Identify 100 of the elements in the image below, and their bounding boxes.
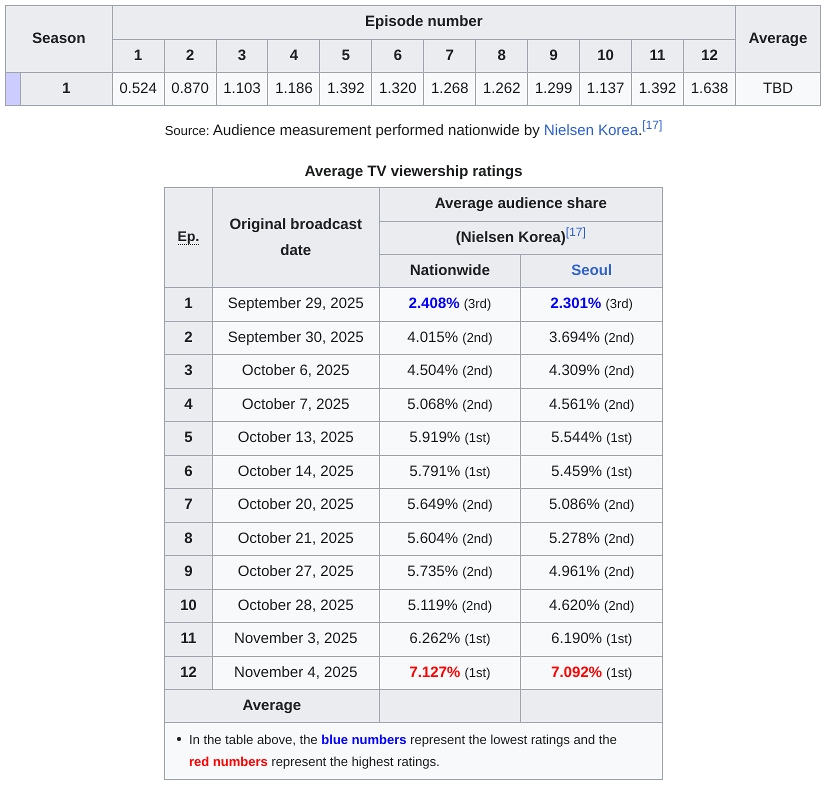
rank-label: (1st) [606,664,632,680]
source-link[interactable]: Nielsen Korea [544,122,638,139]
rank-label: (1st) [606,430,632,445]
rating-value: 2.408% [408,295,460,312]
row-header: 5 [164,422,212,455]
rating-value: 4.504% [407,362,458,379]
table-cell: November 3, 2025 [212,622,380,656]
rating-value: 5.068% [407,396,458,412]
column-header: 11 [632,40,684,72]
rank-label: (2nd) [604,396,634,412]
rank-label: (2nd) [462,564,493,579]
row-header: 11 [164,622,212,656]
table-cell: 1.137 [580,72,632,106]
column-header: Season [6,6,112,72]
rank-label: (2nd) [604,564,634,579]
table-cell: October 13, 2025 [212,422,380,455]
row-header: 8 [164,522,212,556]
rank-label: (2nd) [462,598,492,612]
table-cell: 1.262 [476,72,528,106]
column-header: 3 [216,40,268,72]
citation-link[interactable]: [17] [566,225,586,240]
rating-value: 6.190% [551,630,602,647]
rank-label: (3rd) [605,296,633,311]
rank-label: (2nd) [462,530,493,546]
rank-label: (1st) [464,631,490,646]
table-cell: 1.392 [632,72,684,106]
note-text: In the table above, the blue numbers represent the lowest ratings and the red numbers represent the highest ratings. [189,731,618,771]
column-header: Ep. [164,188,212,288]
rating-value: 4.015% [407,328,458,346]
table-cell: TBD [736,72,820,106]
column-header: Nationwide [379,254,521,288]
column-header: 8 [476,40,528,72]
column-header: 4 [268,40,320,72]
table-cell: October 20, 2025 [212,488,380,522]
rank-label: (3rd) [464,296,492,311]
rating-value: 5.459% [551,462,602,480]
column-header: 5 [320,40,372,72]
rating-value: 4.561% [548,396,600,412]
rank-label: (2nd) [604,598,634,612]
column-header: 12 [683,40,736,72]
column-header: 6 [372,40,424,72]
table-cell: 1.103 [216,72,268,106]
row-header: 3 [164,354,212,388]
rating-value: 5.649% [407,496,458,513]
table-cell: October 28, 2025 [212,589,380,622]
table-cell: October 7, 2025 [212,388,380,422]
table-cell: 0.524 [112,72,164,106]
row-header: 4 [164,388,212,422]
rating-value: 5.544% [551,429,602,446]
rating-value: 6.262% [409,630,460,647]
column-header: Original broadcast date [212,188,380,288]
table-cell: 1.320 [372,72,424,106]
column-header: 2 [164,40,216,72]
row-header: 1 [20,72,112,106]
source-note: Source: Audience measurement performed nationwide by Nielsen Korea.$^{[17]}$ [164,120,664,141]
rating-value: 2.301% [550,295,602,312]
rank-label: (1st) [464,664,490,680]
citation-link[interactable]: [17] [642,118,662,132]
table-cell: 1.638 [683,72,736,106]
column-header: Average audience share [379,188,662,222]
row-header: 2 [164,321,212,354]
column-header-link[interactable]: Seoul [520,254,662,288]
table-cell: 1.268 [424,72,476,106]
row-header: 9 [164,556,212,589]
row-header: 10 [164,589,212,622]
rating-value: 5.919% [409,429,460,446]
rating-value: 5.086% [548,496,600,513]
rank-label: (2nd) [462,497,493,512]
column-header: Episode number [112,6,736,40]
rating-value: 4.620% [548,596,600,614]
rating-value: 5.604% [407,530,458,546]
row-header: Average [164,690,380,722]
rating-value: 5.791% [409,462,460,480]
rank-label: (2nd) [604,363,634,378]
table-cell: September 29, 2025 [212,288,380,321]
rating-value: 5.119% [408,596,458,614]
rank-label: (1st) [464,430,490,445]
table-cell: November 4, 2025 [212,656,380,690]
rank-label: (2nd) [462,363,493,378]
table-cell: 1.299 [528,72,580,106]
rating-value: 5.278% [548,530,600,546]
bullet-icon [177,737,181,741]
rating-value: 7.092% [551,664,602,680]
column-header: Average [736,6,820,72]
row-header: 6 [164,455,212,488]
table-cell: 1.186 [268,72,320,106]
table-cell: October 14, 2025 [212,455,380,488]
table-cell: 1.392 [320,72,372,106]
rank-label: (2nd) [604,530,634,546]
table-cell: 0.870 [164,72,216,106]
row-header: 7 [164,488,212,522]
column-header: 10 [580,40,632,72]
rank-label: (1st) [464,464,490,478]
rating-value: 7.127% [409,664,460,680]
rank-label: (2nd) [604,330,634,344]
column-header: 1 [112,40,164,72]
rank-label: (2nd) [462,330,493,344]
table-cell: October 21, 2025 [212,522,380,556]
column-header: (Nielsen Korea)$^{[17]}$ [379,222,662,254]
table-cell: October 6, 2025 [212,354,380,388]
